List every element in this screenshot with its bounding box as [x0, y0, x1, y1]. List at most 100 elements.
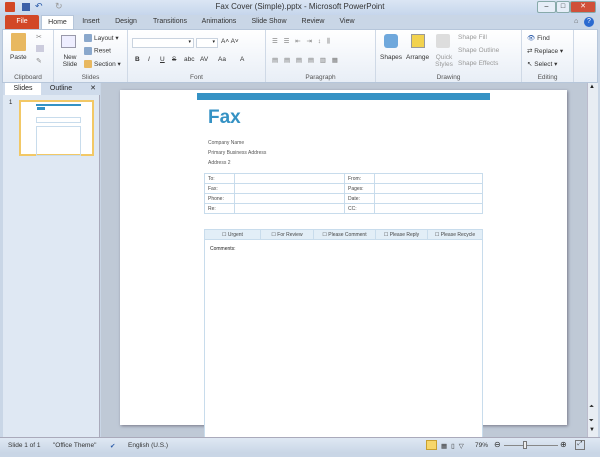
spacing-button[interactable]: AV [200, 56, 208, 63]
help-icon[interactable]: ? [584, 17, 594, 27]
bold-button[interactable]: B [135, 56, 140, 63]
view-buttons-icon[interactable]: ▦▯▽ [441, 442, 468, 450]
prev-slide-icon[interactable]: ⏶ [589, 403, 594, 411]
underline-button[interactable]: U [160, 56, 165, 63]
quick-styles-button[interactable]: Quick Styles [433, 54, 455, 68]
tab-insert[interactable]: Insert [78, 15, 104, 29]
tab-slide-show[interactable]: Slide Show [249, 15, 289, 29]
tab-outline[interactable]: Outline [43, 83, 79, 95]
tab-review[interactable]: Review [300, 15, 326, 29]
next-slide-icon[interactable]: ⏷ [589, 417, 594, 425]
arrange-button[interactable]: Arrange [406, 54, 429, 61]
scroll-down-icon[interactable]: ▼ [589, 427, 595, 433]
align-icon[interactable]: ▤ ▤ ▤ ▤ ▥ ▦ [272, 56, 340, 64]
from-value[interactable] [374, 173, 483, 184]
copy-icon[interactable] [36, 45, 44, 52]
font-size-select[interactable]: ▾ [196, 38, 218, 48]
paragraph-label: Paragraph [305, 74, 336, 81]
format-painter-icon[interactable]: ✎ [36, 57, 42, 65]
tab-file[interactable]: File [5, 15, 39, 29]
close-button[interactable]: ✕ [570, 1, 596, 13]
fax-label: Fax: [204, 183, 235, 194]
pages-value[interactable] [374, 183, 483, 194]
find-button[interactable]: 👁 Find [527, 34, 550, 42]
zoom-slider-thumb[interactable] [522, 441, 527, 449]
tab-animations[interactable]: Animations [198, 15, 240, 29]
section-button[interactable]: Section ▾ [84, 60, 121, 69]
table-row: To: From: [204, 173, 483, 184]
replace-icon: ⇄ [527, 48, 533, 55]
for-review-label: For Review [277, 231, 303, 238]
company-name: Company Name [208, 140, 245, 146]
language-indicator[interactable]: English (U.S.) [128, 442, 168, 449]
date-value[interactable] [374, 193, 483, 204]
reset-label: Reset [94, 47, 111, 55]
select-button[interactable]: ↖ Select ▾ [527, 60, 557, 68]
cut-icon[interactable]: ✂ [36, 33, 42, 41]
please-recycle-label: Please Recycle [440, 231, 476, 238]
checkbox-please-reply[interactable]: ☐ Please Reply [375, 229, 428, 240]
font-name-select[interactable]: ▾ [132, 38, 194, 48]
zoom-out-icon[interactable]: ⊖ [494, 440, 501, 449]
layout-button[interactable]: Layout ▾ [84, 34, 119, 43]
fax-value[interactable] [234, 183, 345, 194]
strikethrough-button[interactable]: S [172, 56, 176, 63]
cursor-icon: ↖ [527, 61, 533, 68]
tab-view[interactable]: View [336, 15, 358, 29]
zoom-level[interactable]: 79% [475, 442, 488, 449]
new-slide-button[interactable]: New Slide [60, 54, 80, 68]
fit-to-window-icon[interactable]: ⤢ [575, 440, 585, 450]
scroll-up-icon[interactable]: ▲ [589, 84, 595, 90]
shadow-button[interactable]: abc [184, 56, 194, 63]
zoom-slider[interactable] [504, 445, 558, 446]
comments-box[interactable]: Comments: [204, 240, 483, 440]
change-case-button[interactable]: Aa [218, 56, 226, 63]
replace-button[interactable]: ⇄ Replace ▾ [527, 47, 563, 55]
new-slide-icon [61, 35, 76, 48]
checkbox-for-review[interactable]: ☐ For Review [260, 229, 314, 240]
arrange-icon [411, 34, 425, 48]
cc-value[interactable] [374, 203, 483, 214]
status-bar: Slide 1 of 1 "Office Theme" ✔ English (U… [0, 437, 600, 453]
slides-group: New Slide Layout ▾ Reset Section ▾ Slide… [54, 30, 128, 82]
tab-design[interactable]: Design [112, 15, 140, 29]
minimize-button[interactable]: – [537, 1, 556, 13]
shapes-icon [384, 34, 398, 48]
spell-check-icon[interactable]: ✔ [110, 442, 115, 450]
bullets-icon[interactable]: ☰ ☰ ⇤ ⇥ ↕ ⫼ [272, 37, 332, 46]
shape-effects-button[interactable]: Shape Effects [458, 60, 498, 67]
italic-button[interactable]: I [148, 56, 150, 63]
cc-label: CC: [344, 203, 375, 214]
clipboard-group: Paste ✂ ✎ Clipboard [3, 30, 54, 82]
replace-label: Replace [534, 48, 559, 55]
shapes-button[interactable]: Shapes [380, 54, 402, 61]
font-color-button[interactable]: A [240, 56, 244, 63]
theme-name[interactable]: "Office Theme" [53, 442, 96, 449]
binoculars-icon: 👁 [527, 35, 536, 42]
to-value[interactable] [234, 173, 345, 184]
zoom-in-icon[interactable]: ⊕ [560, 440, 567, 449]
shape-outline-button[interactable]: Shape Outline [458, 47, 499, 54]
slide-canvas[interactable]: Fax Company Name Primary Business Addres… [120, 90, 567, 440]
vertical-scrollbar[interactable]: ▲ ⏶ ⏷ ▼ [587, 83, 598, 437]
grow-font-icon[interactable]: A˄ A˅ [221, 38, 239, 45]
phone-label: Phone: [204, 193, 235, 204]
minimize-ribbon-icon[interactable]: ⌂ [574, 18, 578, 25]
maximize-button[interactable]: □ [556, 1, 570, 13]
shape-fill-button[interactable]: Shape Fill [458, 34, 487, 41]
checkbox-urgent[interactable]: ☐ Urgent [204, 229, 261, 240]
normal-view-icon[interactable] [426, 440, 437, 450]
paste-button[interactable]: Paste [10, 54, 27, 61]
checkbox-please-recycle[interactable]: ☐ Please Recycle [427, 229, 483, 240]
table-row: Fax: Pages: [204, 183, 483, 194]
slide-thumbnail[interactable] [19, 100, 94, 156]
reset-button[interactable]: Reset [84, 47, 111, 55]
phone-value[interactable] [234, 193, 345, 204]
re-value[interactable] [234, 203, 345, 214]
tab-home[interactable]: Home [41, 15, 74, 29]
tab-slides[interactable]: Slides [5, 83, 41, 95]
checkbox-please-comment[interactable]: ☐ Please Comment [313, 229, 376, 240]
tab-transitions[interactable]: Transitions [150, 15, 190, 29]
close-pane-icon[interactable]: ✕ [88, 83, 98, 95]
slide-number: 1 [9, 100, 13, 106]
